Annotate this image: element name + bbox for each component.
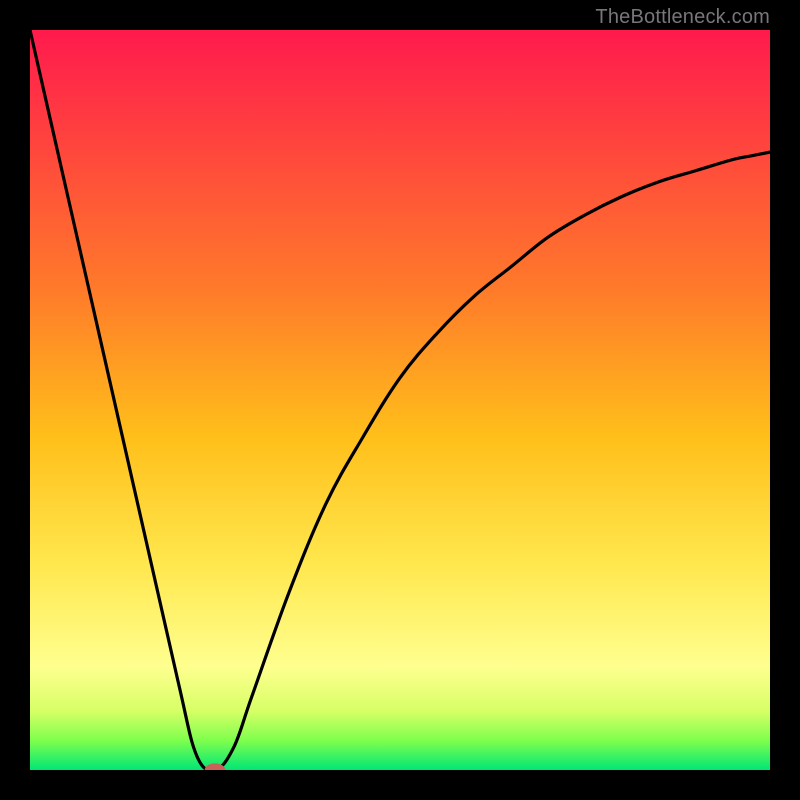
watermark-text: TheBottleneck.com bbox=[595, 6, 770, 29]
bottleneck-curve bbox=[30, 30, 770, 770]
curve-layer bbox=[30, 30, 770, 770]
outer-frame: TheBottleneck.com bbox=[0, 0, 800, 800]
plot-area bbox=[30, 30, 770, 770]
